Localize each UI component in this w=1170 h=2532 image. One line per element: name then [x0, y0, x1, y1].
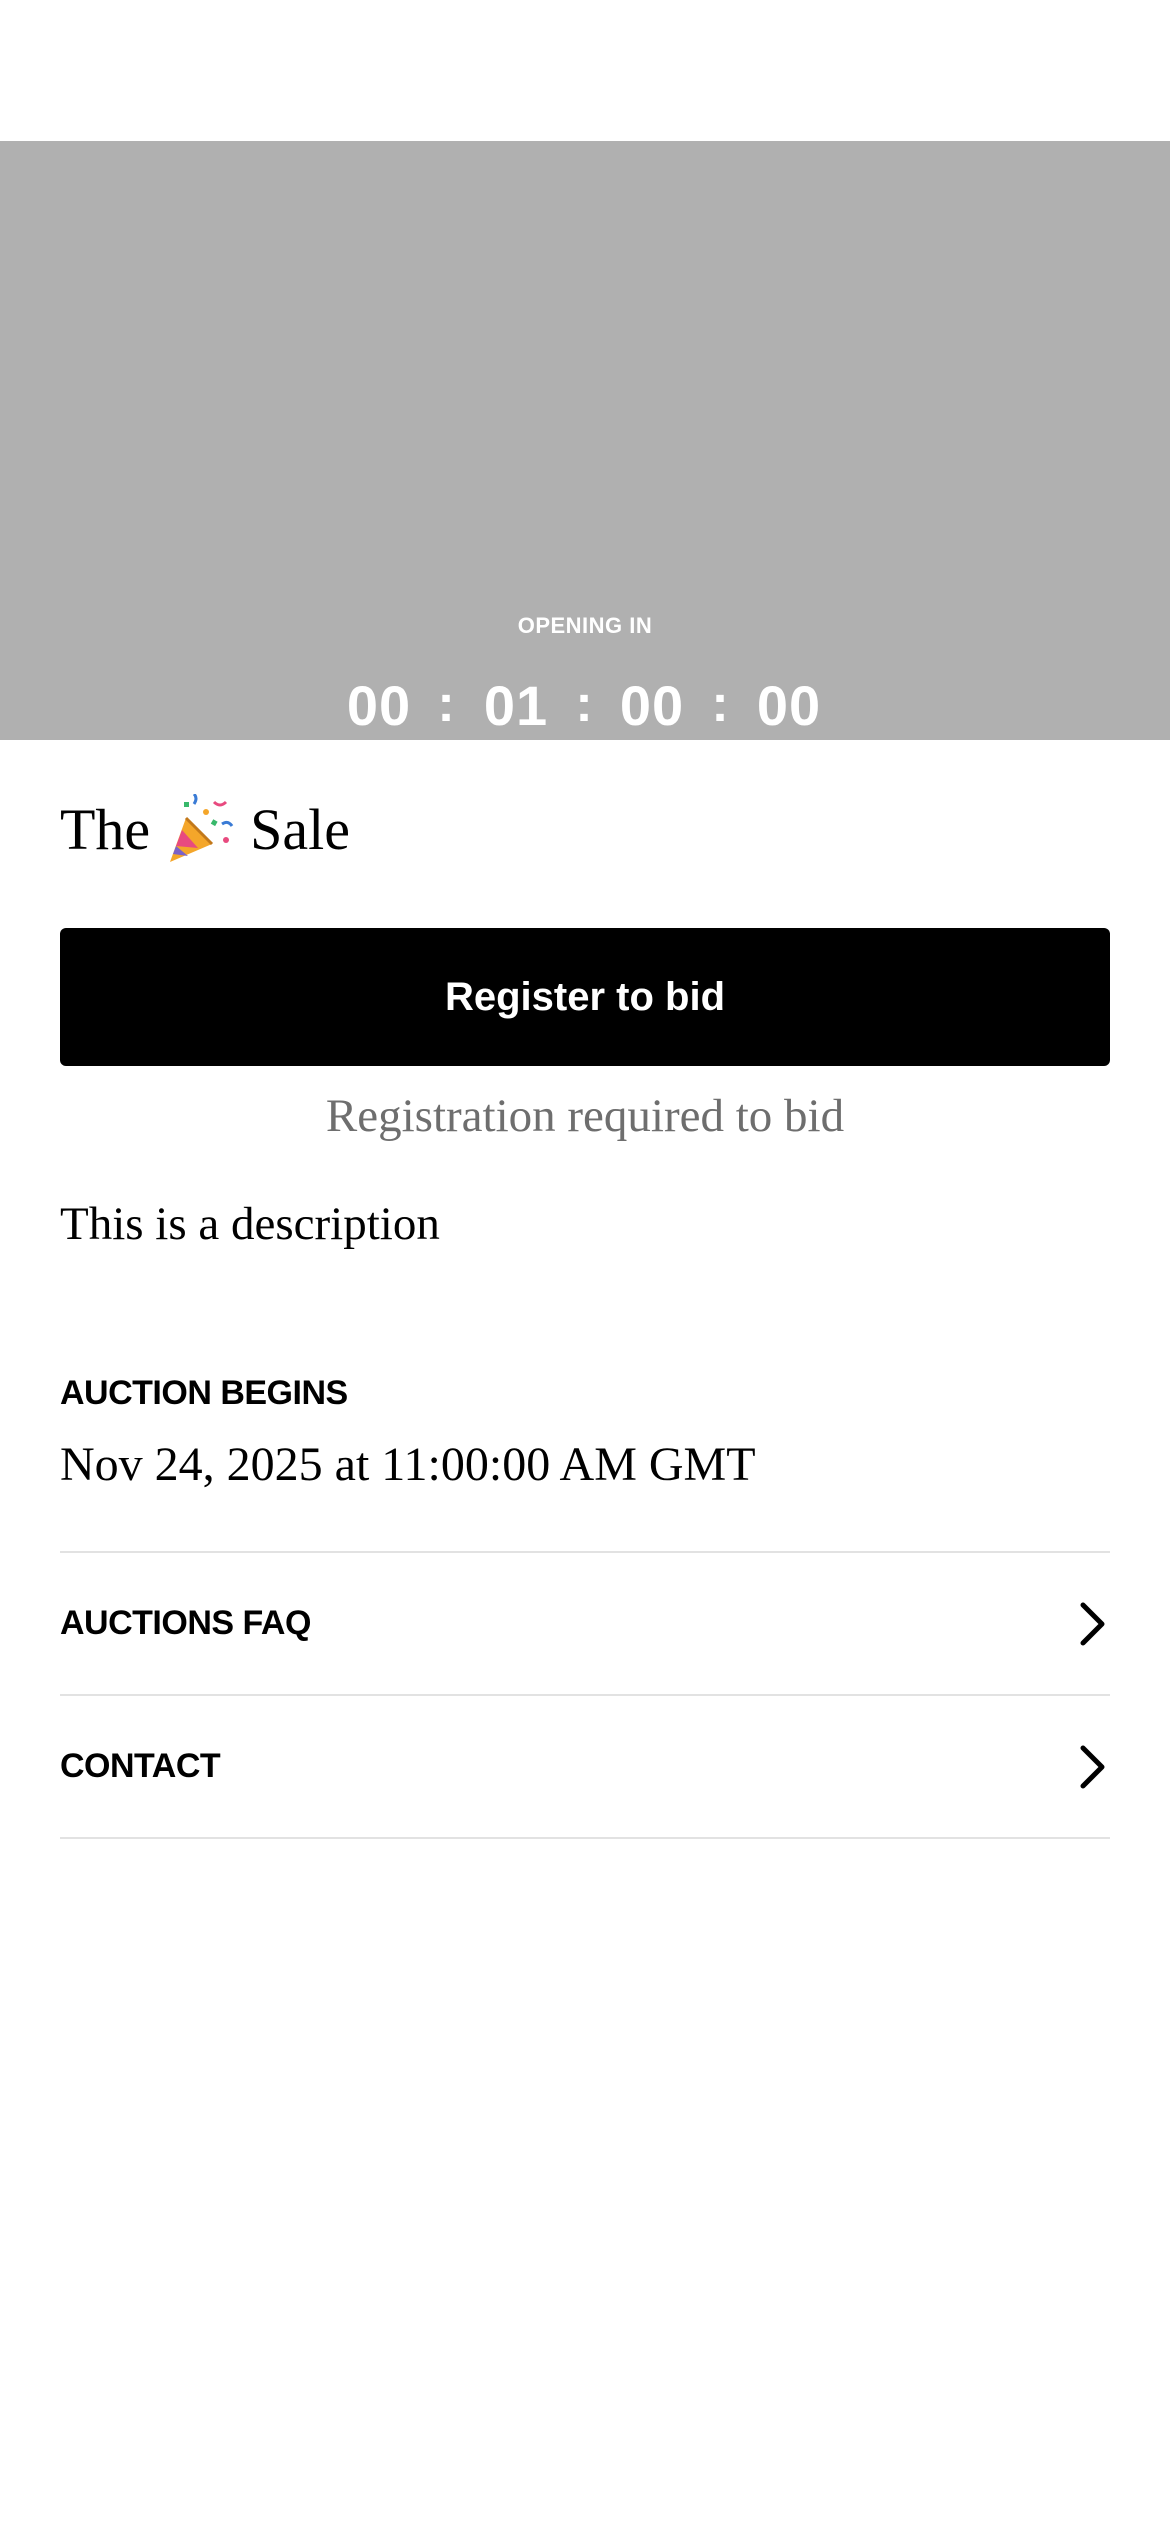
- countdown-timer: 00 DAYS : 01 HRS : 00 MIN : 00 SEC: [0, 671, 1170, 801]
- countdown-heading: OPENING IN: [517, 613, 653, 638]
- countdown-seconds-value: 00: [756, 674, 822, 737]
- auctions-faq-label: AUCTIONS FAQ: [60, 1604, 311, 1642]
- sale-title: The Sale: [60, 790, 1110, 870]
- registration-note: Registration required to bid: [325, 1090, 845, 1142]
- countdown-seconds-label: SEC: [767, 755, 811, 777]
- sale-title-suffix: Sale: [250, 797, 351, 862]
- chevron-right-icon: [1080, 1602, 1105, 1645]
- countdown-days-label: DAYS: [351, 755, 407, 777]
- contact-label: CONTACT: [60, 1747, 221, 1785]
- auction-begins-date: Nov 24, 2025 at 11:00:00 AM GMT: [60, 1438, 756, 1491]
- countdown-minutes-label: MIN: [632, 755, 672, 777]
- auction-begins-heading: AUCTION BEGINS: [60, 1374, 348, 1412]
- countdown-hours-label: HRS: [494, 755, 538, 777]
- party-popper-icon: [170, 794, 234, 862]
- sale-title-prefix: The: [60, 797, 151, 862]
- contact-link[interactable]: CONTACT: [60, 1696, 1110, 1839]
- register-to-bid-button[interactable]: Register to bid: [60, 928, 1110, 1066]
- chevron-right-icon: [1080, 1745, 1105, 1788]
- sale-details: The Sale Register to bid Registration re…: [0, 790, 1170, 1839]
- sale-description: This is a description: [60, 1198, 440, 1250]
- info-links: AUCTIONS FAQ CONTACT: [60, 1551, 1110, 1839]
- sale-hero-banner: OPENING IN 00 DAYS : 01 HRS : 00 MIN : 0…: [0, 141, 1170, 777]
- status-bar: [0, 0, 1170, 141]
- countdown-seconds: 00 SEC: [719, 671, 859, 778]
- auctions-faq-link[interactable]: AUCTIONS FAQ: [60, 1553, 1110, 1696]
